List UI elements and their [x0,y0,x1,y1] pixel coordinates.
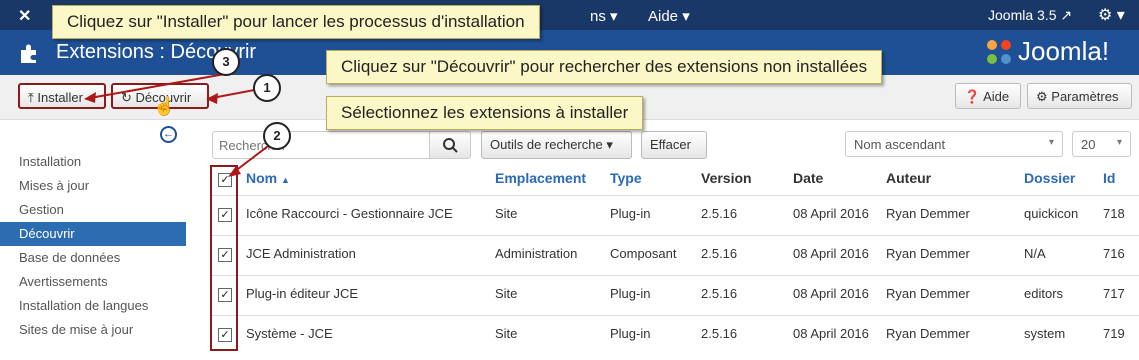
cell-id: 717 [1103,286,1125,301]
refresh-icon: ↻ [121,90,132,105]
sidebar-item-warnings[interactable]: Avertissements [0,270,186,294]
params-label: Paramètres [1051,89,1119,104]
version-label: Joomla 3.5 [988,7,1057,23]
chevron-down-icon: ▾ [1048,137,1054,148]
params-button[interactable]: ⚙ Paramètres [1027,83,1132,109]
cell-type: Plug-in [610,286,651,301]
cell-type: Plug-in [610,206,651,221]
row-divider [212,275,1139,276]
step-badge-2: 2 [263,122,291,150]
cell-folder: editors [1024,286,1064,301]
help-label: Aide [983,89,1010,104]
column-header-id[interactable]: Id [1103,170,1115,186]
search-button[interactable] [429,131,471,159]
joomla-brand-text: Joomla! [1018,36,1110,66]
search-tools-button[interactable]: Outils de recherche ▾ [481,131,632,159]
cell-version: 2.5.16 [701,326,738,341]
search-tools-label: Outils de recherche [490,137,603,152]
menu-aide[interactable]: Aide ▾ [648,7,690,25]
cell-type: Composant [610,246,677,261]
menu-components-label: ns [590,8,606,25]
hand-cursor-icon: ☝ [153,96,176,116]
cell-location: Administration [495,246,578,261]
cell-name: Système - JCE [246,326,333,341]
column-header-version: Version [701,170,752,186]
cell-type: Plug-in [610,326,651,341]
sidebar-item-update-sites[interactable]: Sites de mise à jour [0,318,186,342]
sidebar-item-manage[interactable]: Gestion [0,198,186,222]
chevron-down-icon: ▾ [1116,137,1122,148]
cell-folder: N/A [1024,246,1046,261]
sidebar-item-installation[interactable]: Installation [0,150,186,174]
row-divider [212,235,1139,236]
cell-id: 718 [1103,206,1125,221]
puzzle-icon [21,44,36,63]
help-button[interactable]: ❓ Aide [955,83,1021,109]
column-header-location[interactable]: Emplacement [495,170,586,186]
column-header-name[interactable]: Nom ▲ [246,170,290,186]
row-divider [212,315,1139,316]
gear-icon[interactable]: ⚙ ▾ [1098,5,1125,25]
cell-folder: system [1024,326,1066,341]
cell-id: 719 [1103,326,1125,341]
column-header-author: Auteur [886,170,932,186]
cell-name: Plug-in éditeur JCE [246,286,358,301]
cell-id: 716 [1103,246,1125,261]
gear-icon: ⚙ [1036,89,1048,104]
cell-date: 08 April 2016 [793,246,869,261]
cell-version: 2.5.16 [701,286,738,301]
cell-name: JCE Administration [246,246,356,261]
cell-version: 2.5.16 [701,246,738,261]
column-header-type[interactable]: Type [610,170,642,186]
sort-value: Nom ascendant [854,137,946,152]
row-divider [212,195,1139,196]
clear-button[interactable]: Effacer [641,131,707,159]
callout-install: Cliquez sur "Installer" pour lancer les … [52,5,540,39]
sort-select[interactable]: Nom ascendant ▾ [845,131,1063,157]
sort-asc-icon: ▲ [281,175,290,185]
limit-value: 20 [1081,137,1096,152]
external-link-icon: ↗ [1060,7,1073,23]
checkbox-column-highlight [210,165,238,351]
cell-author: Ryan Demmer [886,286,970,301]
cell-author: Ryan Demmer [886,326,970,341]
sidebar-item-updates[interactable]: Mises à jour [0,174,186,198]
limit-select[interactable]: 20 ▾ [1072,131,1131,157]
cell-date: 08 April 2016 [793,326,869,341]
search-input[interactable] [212,131,430,159]
step-badge-3: 3 [212,48,240,76]
cell-date: 08 April 2016 [793,286,869,301]
sidebar-item-languages[interactable]: Installation de langues [0,294,186,318]
cell-author: Ryan Demmer [886,246,970,261]
callout-select: Sélectionnez les extensions à installer [326,96,644,130]
cell-author: Ryan Demmer [886,206,970,221]
search-icon [443,138,458,153]
step-badge-1: 1 [253,74,281,102]
column-header-folder[interactable]: Dossier [1024,170,1075,186]
menu-components-partial[interactable]: ns ▾ [590,7,618,25]
column-header-date: Date [793,170,824,186]
sidebar: ← Installation Mises à jour Gestion Déco… [0,120,186,360]
cell-date: 08 April 2016 [793,206,869,221]
cell-location: Site [495,206,518,221]
install-label: Installer [37,90,83,105]
cell-folder: quickicon [1024,206,1079,221]
menu-aide-label: Aide [648,8,679,25]
collapse-sidebar-icon[interactable]: ← [160,126,177,143]
cell-location: Site [495,326,518,341]
install-button[interactable]: ⤒ Installer [18,83,106,109]
cell-version: 2.5.16 [701,206,738,221]
callout-discover: Cliquez sur "Découvrir" pour rechercher … [326,50,883,84]
site-version-link[interactable]: Joomla 3.5 ↗ [988,7,1072,24]
joomla-logo-icon[interactable]: ✕ [18,6,38,25]
cell-name: Icône Raccourci - Gestionnaire JCE [246,206,453,221]
sidebar-item-database[interactable]: Base de données [0,246,186,270]
sidebar-item-discover[interactable]: Découvrir [0,222,186,246]
column-name-label: Nom [246,170,278,186]
cell-location: Site [495,286,518,301]
upload-icon: ⤒ [28,90,34,105]
question-icon: ❓ [964,89,981,104]
joomla-brand-icon [987,40,1011,64]
